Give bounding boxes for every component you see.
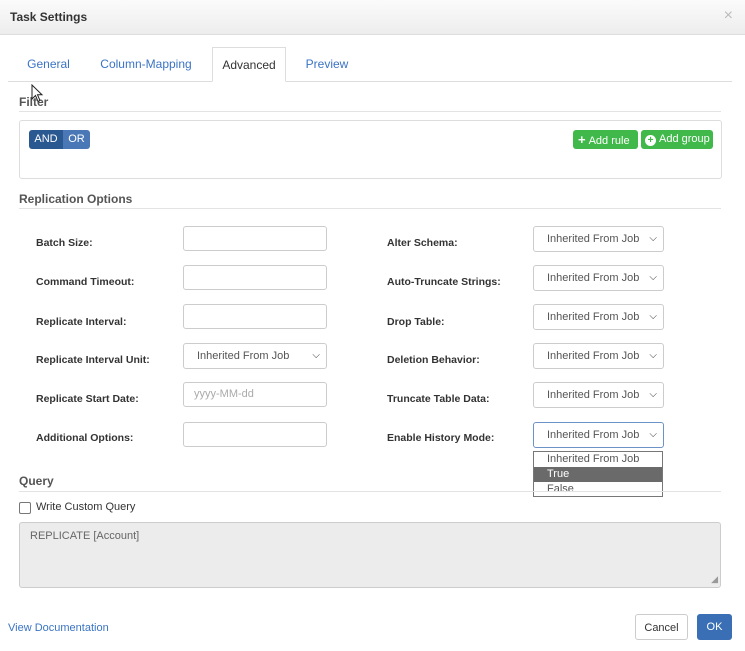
replication-section-label: Replication Options (19, 192, 133, 206)
replicate-interval-unit-label: Replicate Interval Unit: (36, 354, 150, 366)
view-documentation-link[interactable]: View Documentation (8, 622, 109, 634)
plus-circle-icon: + (645, 135, 656, 146)
drop-table-select[interactable]: Inherited From Job ⌵ (533, 304, 664, 330)
dialog-titlebar: Task Settings × (0, 0, 745, 35)
dropdown-option-inherited[interactable]: Inherited From Job (534, 452, 662, 467)
enable-history-mode-value: Inherited From Job (547, 429, 640, 441)
replicate-start-date-input[interactable]: yyyy-MM-dd (183, 382, 327, 407)
auto-truncate-strings-label: Auto-Truncate Strings: (387, 276, 501, 288)
dropdown-option-false[interactable]: False (534, 482, 662, 497)
mouse-cursor-icon (31, 84, 44, 103)
add-group-button[interactable]: + Add group (641, 130, 713, 149)
query-section-label: Query (19, 474, 54, 488)
chevron-down-icon: ⌵ (649, 233, 657, 244)
custom-query-label: Write Custom Query (36, 501, 136, 513)
auto-truncate-strings-select[interactable]: Inherited From Job ⌵ (533, 265, 664, 291)
query-text: REPLICATE [Account] (30, 530, 140, 542)
enable-history-mode-select[interactable]: Inherited From Job ⌵ (533, 422, 664, 448)
batch-size-input[interactable] (183, 226, 327, 251)
deletion-behavior-label: Deletion Behavior: (387, 354, 480, 366)
alter-schema-label: Alter Schema: (387, 237, 458, 249)
additional-options-label: Additional Options: (36, 432, 134, 444)
chevron-down-icon: ⌵ (649, 272, 657, 283)
replicate-start-date-label: Replicate Start Date: (36, 393, 139, 405)
add-rule-label: Add rule (588, 135, 630, 147)
dropdown-option-true[interactable]: True (534, 467, 662, 482)
batch-size-label: Batch Size: (36, 237, 93, 249)
chevron-down-icon: ⌵ (649, 311, 657, 322)
tab-general[interactable]: General (16, 47, 81, 80)
query-textarea[interactable]: REPLICATE [Account] ◢ (19, 522, 721, 588)
command-timeout-label: Command Timeout: (36, 276, 135, 288)
chevron-down-icon: ⌵ (649, 350, 657, 361)
drop-table-label: Drop Table: (387, 316, 445, 328)
deletion-behavior-value: Inherited From Job (547, 350, 640, 362)
drop-table-value: Inherited From Job (547, 311, 640, 323)
chevron-down-icon: ⌵ (649, 389, 657, 400)
resize-grip-icon[interactable]: ◢ (711, 574, 718, 585)
replicate-interval-label: Replicate Interval: (36, 316, 127, 328)
chevron-down-icon: ⌵ (649, 429, 657, 440)
close-icon[interactable]: × (724, 7, 733, 25)
custom-query-checkbox[interactable] (19, 502, 31, 514)
replicate-interval-unit-value: Inherited From Job (197, 350, 290, 362)
query-divider (19, 491, 721, 492)
truncate-table-data-value: Inherited From Job (547, 389, 640, 401)
or-button[interactable]: OR (63, 130, 90, 149)
truncate-table-data-select[interactable]: Inherited From Job ⌵ (533, 382, 664, 408)
deletion-behavior-select[interactable]: Inherited From Job ⌵ (533, 343, 664, 369)
alter-schema-select[interactable]: Inherited From Job ⌵ (533, 226, 664, 252)
auto-truncate-strings-value: Inherited From Job (547, 272, 640, 284)
replication-divider (19, 208, 721, 209)
plus-icon: + (578, 132, 586, 147)
replicate-interval-unit-select[interactable]: Inherited From Job ⌵ (183, 343, 327, 369)
tab-advanced[interactable]: Advanced (212, 47, 286, 82)
command-timeout-input[interactable] (183, 265, 327, 290)
chevron-down-icon: ⌵ (312, 350, 320, 361)
enable-history-mode-label: Enable History Mode: (387, 432, 495, 444)
replicate-interval-input[interactable] (183, 304, 327, 329)
add-group-label: Add group (659, 133, 710, 145)
add-rule-button[interactable]: + Add rule (573, 130, 638, 149)
additional-options-input[interactable] (183, 422, 327, 447)
filter-divider (19, 111, 721, 112)
cancel-button[interactable]: Cancel (635, 614, 688, 640)
alter-schema-value: Inherited From Job (547, 233, 640, 245)
tab-bar: General Column-Mapping Advanced Preview (8, 47, 732, 82)
ok-button[interactable]: OK (697, 614, 732, 640)
dialog-title: Task Settings (10, 10, 88, 24)
filter-builder: AND OR + Add rule + Add group (19, 120, 722, 179)
truncate-table-data-label: Truncate Table Data: (387, 393, 490, 405)
tab-preview[interactable]: Preview (298, 47, 356, 80)
tab-column-mapping[interactable]: Column-Mapping (94, 47, 198, 80)
and-button[interactable]: AND (29, 130, 63, 149)
